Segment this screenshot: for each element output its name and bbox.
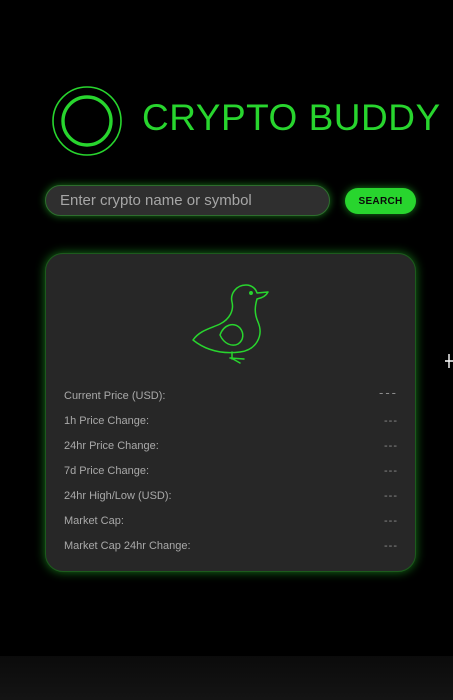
stat-value: --- [384, 415, 398, 427]
stat-row-24h-high-low: 24hr High/Low (USD): --- [64, 486, 398, 511]
stat-value: --- [384, 490, 398, 502]
stat-label: 24hr Price Change: [64, 440, 159, 452]
stat-label: Market Cap: [64, 515, 124, 527]
stat-value: --- [384, 440, 398, 452]
app-title: CRYPTO BUDDY [142, 97, 441, 138]
bottom-bar [0, 656, 453, 700]
logo-ring-icon [51, 85, 123, 157]
stat-row-market-cap: Market Cap: --- [64, 511, 398, 536]
stat-value: --- [384, 540, 398, 552]
search-button[interactable]: SEARCH [345, 188, 416, 214]
crypto-info-card: Current Price (USD): --- 1h Price Change… [45, 253, 416, 572]
stat-value: --- [384, 515, 398, 527]
stats-list: Current Price (USD): --- 1h Price Change… [64, 385, 398, 561]
stat-label: 1h Price Change: [64, 415, 149, 427]
stat-value: --- [379, 385, 398, 400]
app-page: CRYPTO BUDDY SEARCH Current Price (USD):… [0, 0, 453, 700]
stat-row-market-cap-24h-change: Market Cap 24hr Change: --- [64, 536, 398, 561]
duck-icon [190, 280, 276, 364]
stat-row-current-price: Current Price (USD): --- [64, 385, 398, 411]
search-input[interactable] [45, 185, 330, 216]
stat-row-7d-change: 7d Price Change: --- [64, 461, 398, 486]
mouse-cursor-icon [444, 353, 453, 369]
stat-row-1h-change: 1h Price Change: --- [64, 411, 398, 436]
stat-label: Current Price (USD): [64, 390, 166, 402]
stat-label: 24hr High/Low (USD): [64, 490, 172, 502]
stat-row-24h-change: 24hr Price Change: --- [64, 436, 398, 461]
stat-label: 7d Price Change: [64, 465, 149, 477]
stat-label: Market Cap 24hr Change: [64, 540, 191, 552]
stat-value: --- [384, 465, 398, 477]
